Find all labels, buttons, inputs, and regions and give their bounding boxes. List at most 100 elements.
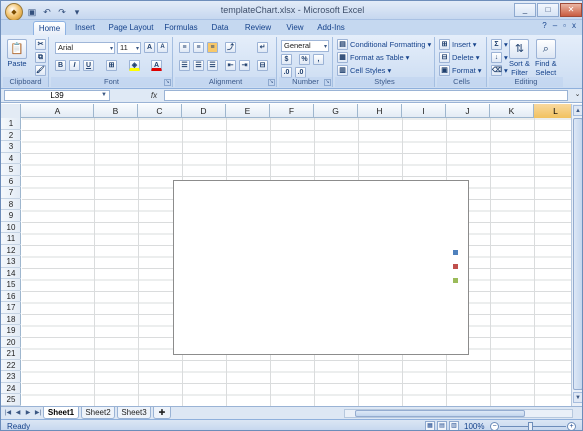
column-header[interactable]: F	[270, 104, 314, 118]
row-header[interactable]: 8	[1, 199, 21, 210]
horizontal-scrollbar[interactable]	[344, 409, 573, 418]
grow-font-icon[interactable]: A	[144, 42, 155, 53]
scroll-up-icon[interactable]: ▲	[573, 105, 582, 116]
format-as-table-button[interactable]: ▦ Format as Table ▾	[337, 52, 409, 63]
tab-home[interactable]: Home	[33, 21, 66, 35]
select-all-button[interactable]	[1, 104, 21, 118]
row-header[interactable]: 16	[1, 291, 21, 302]
dialog-launcher-icon[interactable]: ↘	[268, 79, 275, 86]
row-header[interactable]: 6	[1, 176, 21, 187]
horizontal-scroll-thumb[interactable]	[355, 410, 525, 417]
tab-view[interactable]: View	[282, 21, 308, 35]
page-layout-view-icon[interactable]: ▤	[437, 421, 447, 430]
tab-insert[interactable]: Insert	[70, 21, 100, 35]
row-header[interactable]: 19	[1, 325, 21, 337]
percent-button[interactable]: %	[299, 54, 310, 65]
underline-button[interactable]: U	[83, 60, 94, 71]
number-format-combo[interactable]: General ▾	[281, 40, 329, 52]
zoom-out-button[interactable]: −	[490, 422, 499, 430]
format-cells-button[interactable]: ▣ Format ▾	[439, 65, 482, 76]
normal-view-icon[interactable]: ▦	[425, 421, 435, 430]
column-header[interactable]: J	[446, 104, 490, 118]
align-bottom-icon[interactable]: ≡	[207, 42, 218, 53]
scroll-down-icon[interactable]: ▼	[573, 392, 582, 403]
row-header[interactable]: 9	[1, 210, 21, 222]
expand-formula-icon[interactable]: ⌄	[573, 90, 582, 101]
align-left-icon[interactable]: ☰	[179, 60, 190, 71]
cell-styles-button[interactable]: ▥ Cell Styles ▾	[337, 65, 391, 76]
column-header[interactable]: D	[182, 104, 226, 118]
ribbon-close-icon[interactable]: x	[572, 21, 576, 30]
align-middle-icon[interactable]: ≡	[193, 42, 204, 53]
last-sheet-icon[interactable]: ▶|	[34, 409, 42, 416]
column-header[interactable]: B	[94, 104, 138, 118]
ribbon-restore-icon[interactable]: ▫	[563, 21, 566, 30]
tab-review[interactable]: Review	[241, 21, 275, 35]
sort-filter-button[interactable]: ⇅ Sort & Filter	[509, 39, 530, 77]
zoom-level[interactable]: 100%	[464, 422, 484, 430]
zoom-knob[interactable]	[528, 422, 533, 430]
comma-button[interactable]: ,	[313, 54, 324, 65]
zoom-slider[interactable]: − +	[490, 422, 576, 430]
row-header[interactable]: 15	[1, 279, 21, 291]
font-size-combo[interactable]: 11 ▾	[117, 42, 141, 54]
italic-button[interactable]: I	[69, 60, 80, 71]
help-icon[interactable]: ?	[542, 21, 546, 30]
row-header[interactable]: 2	[1, 130, 21, 141]
row-header[interactable]: 21	[1, 348, 21, 360]
dialog-launcher-icon[interactable]: ↘	[324, 79, 331, 86]
column-header[interactable]: A	[22, 104, 94, 118]
cut-icon[interactable]: ✂	[35, 39, 46, 50]
row-header[interactable]: 25	[1, 394, 21, 406]
row-header[interactable]: 1	[1, 118, 21, 130]
align-top-icon[interactable]: ≡	[179, 42, 190, 53]
next-sheet-icon[interactable]: ▶	[24, 409, 32, 416]
bold-button[interactable]: B	[55, 60, 66, 71]
insert-sheet-icon[interactable]: ✚	[153, 407, 171, 419]
column-header[interactable]: G	[314, 104, 358, 118]
maximize-button[interactable]: □	[537, 3, 559, 17]
vertical-scroll-thumb[interactable]	[573, 118, 582, 390]
find-select-button[interactable]: ⌕ Find & Select	[535, 39, 557, 77]
row-header[interactable]: 23	[1, 371, 21, 383]
sheet-tab-sheet3[interactable]: Sheet3	[117, 407, 151, 419]
row-header[interactable]: 5	[1, 164, 21, 176]
paste-button[interactable]: 📋 Paste	[7, 39, 27, 68]
insert-function-button[interactable]: fx	[148, 90, 160, 101]
row-header[interactable]: 4	[1, 153, 21, 164]
tab-add-ins[interactable]: Add-Ins	[314, 21, 348, 35]
name-box[interactable]: L39 ▼	[4, 90, 110, 101]
copy-icon[interactable]: ⧉	[35, 52, 46, 63]
page-break-view-icon[interactable]: ▥	[449, 421, 459, 430]
formula-input[interactable]	[164, 90, 568, 101]
row-header[interactable]: 12	[1, 245, 21, 256]
row-header[interactable]: 14	[1, 268, 21, 279]
sheet-tab-sheet2[interactable]: Sheet2	[81, 407, 115, 419]
ribbon-minimize-icon[interactable]: –	[553, 21, 557, 30]
fill-color-icon[interactable]: ◈	[129, 60, 140, 71]
borders-icon[interactable]: ⊞	[106, 60, 117, 71]
zoom-in-button[interactable]: +	[567, 422, 576, 430]
fill-icon[interactable]: ↓ ▾	[491, 52, 508, 63]
column-header[interactable]: I	[402, 104, 446, 118]
clear-icon[interactable]: ⌫ ▾	[491, 65, 508, 76]
delete-cells-button[interactable]: ⊟ Delete ▾	[439, 52, 479, 63]
vertical-scrollbar[interactable]: ▲ ▼	[571, 104, 582, 406]
column-header[interactable]: E	[226, 104, 270, 118]
column-header[interactable]: K	[490, 104, 534, 118]
row-header[interactable]: 17	[1, 302, 21, 314]
format-painter-icon[interactable]: 🖌	[35, 65, 46, 76]
embedded-chart[interactable]	[173, 180, 469, 355]
row-header[interactable]: 20	[1, 337, 21, 348]
font-name-combo[interactable]: Arial ▾	[55, 42, 115, 54]
row-header[interactable]: 18	[1, 314, 21, 325]
tab-formulas[interactable]: Formulas	[161, 21, 201, 35]
close-button[interactable]: ✕	[560, 3, 582, 17]
increase-indent-icon[interactable]: ⇥	[239, 60, 250, 71]
align-center-icon[interactable]: ☰	[193, 60, 204, 71]
row-header[interactable]: 13	[1, 256, 21, 268]
dialog-launcher-icon[interactable]: ↘	[164, 79, 171, 86]
tab-page-layout[interactable]: Page Layout	[107, 21, 155, 35]
merge-center-icon[interactable]: ⊟	[257, 60, 268, 71]
row-header[interactable]: 11	[1, 233, 21, 245]
